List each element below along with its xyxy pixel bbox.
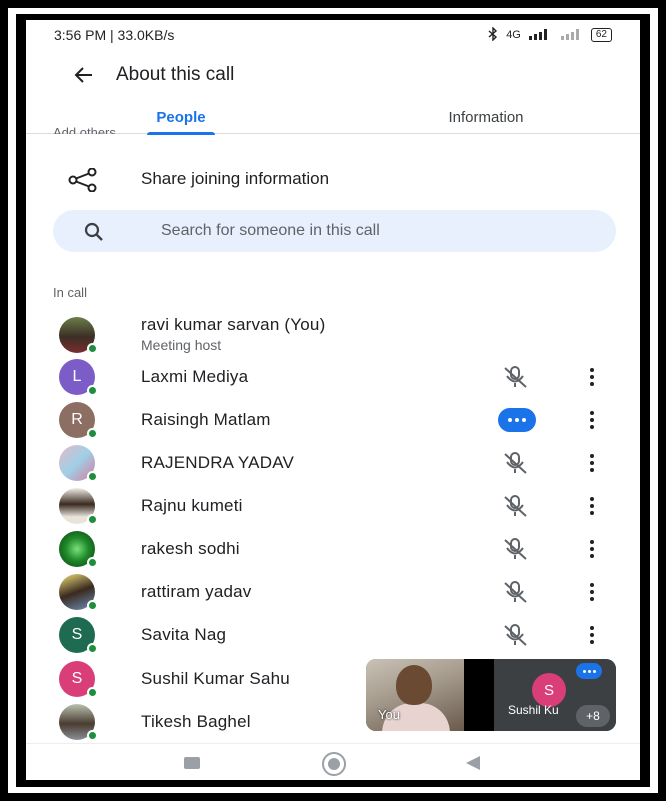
- share-joining-info-button[interactable]: Share joining information: [26, 158, 640, 200]
- avatar: [59, 488, 98, 525]
- tab-bar: People Information: [26, 100, 640, 135]
- online-indicator: [87, 730, 98, 741]
- avatar-initial: R: [71, 411, 83, 428]
- participant-row[interactable]: Rajnu kumeti: [26, 484, 640, 527]
- bluetooth-icon: [488, 25, 498, 44]
- add-others-label[interactable]: Add others: [53, 124, 116, 134]
- more-participants-badge: +8: [576, 705, 610, 727]
- system-nav-bar: [26, 743, 640, 780]
- search-input[interactable]: [161, 210, 591, 252]
- search-icon: [84, 222, 103, 241]
- status-time: 3:56 PM | 33.0KB/s: [54, 27, 175, 43]
- participant-row[interactable]: R Raisingh Matlam: [26, 398, 640, 441]
- participant-name: Sushil Kumar Sahu: [141, 669, 290, 688]
- share-label: Share joining information: [141, 169, 330, 188]
- mic-off-icon: [504, 624, 527, 646]
- more-options-button[interactable]: [582, 621, 602, 649]
- self-video-label: You: [378, 707, 400, 722]
- speaking-indicator-icon: [576, 663, 602, 679]
- avatar: [59, 445, 98, 482]
- avatar: [59, 317, 98, 354]
- avatar: L: [59, 359, 98, 396]
- participant-row[interactable]: L Laxmi Mediya: [26, 355, 640, 398]
- avatar-initial: S: [71, 626, 83, 643]
- status-bar: 3:56 PM | 33.0KB/s 4G 62: [26, 20, 640, 50]
- participant-row[interactable]: RAJENDRA YADAV: [26, 441, 640, 484]
- participant-role: Meeting host: [141, 337, 222, 353]
- participant-name: rattiram yadav: [141, 582, 252, 601]
- online-indicator: [87, 687, 98, 698]
- online-indicator: [87, 343, 98, 354]
- participant-name: Rajnu kumeti: [141, 496, 243, 515]
- battery-icon: 62: [590, 28, 612, 42]
- mic-off-icon: [504, 452, 527, 474]
- online-indicator: [87, 557, 98, 568]
- floating-video-tile[interactable]: You S Sushil Ku +8: [366, 659, 616, 731]
- online-indicator: [87, 643, 98, 654]
- self-video-preview: You: [366, 659, 464, 731]
- participant-name: RAJENDRA YADAV: [141, 453, 295, 472]
- more-options-button[interactable]: [582, 492, 602, 520]
- phone-screen: 3:56 PM | 33.0KB/s 4G 62 About this call…: [26, 20, 640, 780]
- network-label: 4G: [506, 29, 521, 41]
- online-indicator: [87, 514, 98, 525]
- back-button[interactable]: [54, 50, 114, 100]
- participant-row[interactable]: ravi kumar sarvan (You) Meeting host: [26, 313, 640, 356]
- mic-off-icon: [504, 495, 527, 517]
- avatar-initial: S: [71, 670, 83, 687]
- participant-row[interactable]: rakesh sodhi: [26, 527, 640, 570]
- signal-icon: [528, 28, 553, 43]
- home-icon[interactable]: [322, 752, 346, 776]
- participant-name: Savita Nag: [141, 625, 227, 644]
- more-options-button[interactable]: [582, 535, 602, 563]
- participant-name: Tikesh Baghel: [141, 712, 251, 731]
- mic-off-icon: [504, 538, 527, 560]
- avatar: R: [59, 402, 98, 439]
- avatar: [59, 574, 98, 611]
- more-options-button[interactable]: [582, 406, 602, 434]
- online-indicator: [87, 600, 98, 611]
- speaking-indicator-icon: [498, 408, 536, 432]
- remote-participant-label: Sushil Ku: [508, 703, 559, 717]
- arrow-left-icon: [74, 67, 92, 83]
- participant-name: Raisingh Matlam: [141, 410, 271, 429]
- tab-people[interactable]: People: [121, 100, 241, 135]
- signal-icon-2: [560, 28, 583, 43]
- more-options-button[interactable]: [582, 449, 602, 477]
- online-indicator: [87, 471, 98, 482]
- page-title: About this call: [116, 64, 235, 85]
- avatar: [59, 531, 98, 568]
- mic-off-icon: [504, 581, 527, 603]
- participant-row[interactable]: S Savita Nag: [26, 613, 640, 656]
- participant-row[interactable]: rattiram yadav: [26, 570, 640, 613]
- online-indicator: [87, 428, 98, 439]
- avatar-initial: L: [72, 368, 82, 385]
- app-header: About this call: [26, 50, 640, 100]
- recents-icon[interactable]: [184, 757, 200, 769]
- remote-participant-tile: S Sushil Ku +8: [494, 659, 616, 731]
- participant-name: Laxmi Mediya: [141, 367, 249, 386]
- participant-name: rakesh sodhi: [141, 539, 240, 558]
- remote-avatar: S: [532, 673, 566, 707]
- status-icons: 4G 62: [488, 25, 612, 44]
- search-bar[interactable]: [53, 210, 616, 252]
- avatar: S: [59, 617, 98, 654]
- share-icon: [68, 168, 97, 192]
- avatar: S: [59, 661, 98, 698]
- mic-off-icon: [504, 366, 527, 388]
- participant-name: ravi kumar sarvan (You): [141, 315, 326, 334]
- tab-information[interactable]: Information: [416, 100, 556, 134]
- avatar: [59, 704, 98, 741]
- more-options-button[interactable]: [582, 363, 602, 391]
- more-options-button[interactable]: [582, 578, 602, 606]
- back-triangle-icon[interactable]: [466, 756, 480, 770]
- online-indicator: [87, 385, 98, 396]
- in-call-label: In call: [53, 285, 87, 300]
